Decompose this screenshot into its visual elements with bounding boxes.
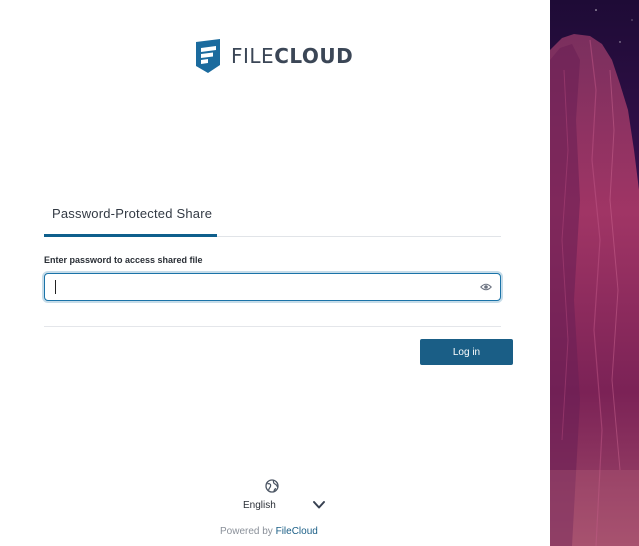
language-select[interactable]: English [240,497,330,515]
password-label: Enter password to access shared file [44,255,203,265]
filecloud-logo: FILECLOUD [194,38,353,74]
logo-text-bold: CLOUD [274,44,354,68]
login-page: FILECLOUD Password-Protected Share Enter… [0,0,639,546]
tab-bar: Password-Protected Share [44,200,501,237]
logo-wordmark: FILECLOUD [231,38,353,74]
powered-by: Powered by FileCloud [220,526,318,537]
tab-password-protected-share[interactable]: Password-Protected Share [44,200,217,237]
eye-icon[interactable] [480,282,492,292]
background-image [550,0,639,546]
filecloud-shield-icon [196,39,220,73]
powered-by-brand: FileCloud [275,526,318,537]
language-selected-label: English [243,500,276,511]
chevron-down-icon[interactable] [312,500,326,510]
text-caret [55,280,56,294]
login-panel: FILECLOUD Password-Protected Share Enter… [0,0,550,546]
tab-label: Password-Protected Share [52,206,213,221]
login-button[interactable]: Log in [420,339,513,365]
logo-text-light: FILE [231,44,275,68]
powered-by-prefix: Powered by [220,526,273,537]
cliff-illustration [550,0,639,546]
form-divider [44,326,501,327]
password-input[interactable] [53,277,463,297]
globe-icon [265,479,279,493]
password-field[interactable] [44,273,501,301]
